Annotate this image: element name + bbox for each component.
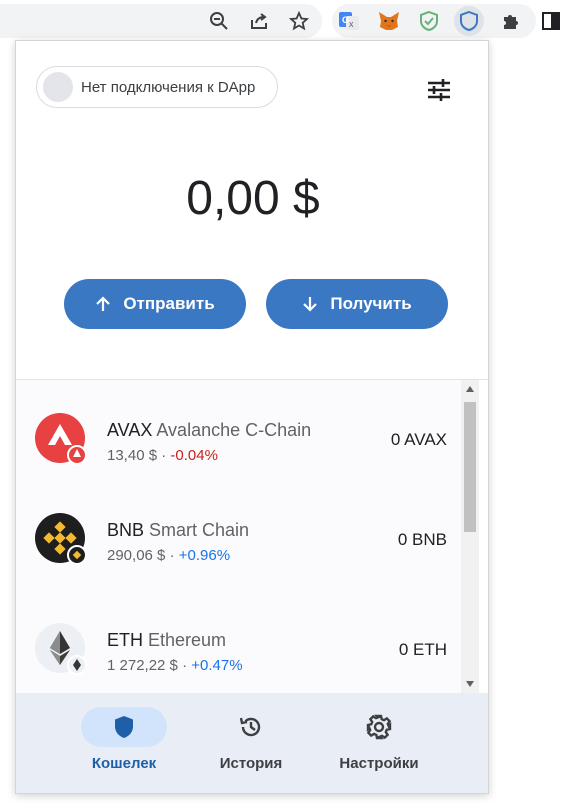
asset-name: BNB Smart Chain	[107, 520, 249, 541]
asset-price: 1 272,22 $	[107, 657, 178, 674]
asset-name: ETH Ethereum	[107, 630, 226, 651]
asset-list: AVAX Avalanche C-Chain 13,40 $ · -0.04% …	[16, 380, 461, 693]
scroll-up-arrow-icon[interactable]	[461, 380, 479, 398]
asset-price: 13,40 $	[107, 447, 158, 464]
share-icon[interactable]	[244, 6, 274, 36]
scroll-down-arrow-icon[interactable]	[461, 675, 479, 693]
svg-text:x: x	[349, 19, 354, 29]
asset-balance: 0 BNB	[397, 530, 447, 549]
asset-row-bnb[interactable]: BNB Smart Chain 290,06 $ · +0.96% 0 BNB	[16, 500, 461, 590]
dapp-avatar	[43, 72, 73, 102]
adguard-icon[interactable]	[414, 6, 444, 36]
asset-list-scrollbar[interactable]	[461, 380, 479, 693]
nav-history[interactable]: История	[196, 707, 306, 787]
asset-price-line: 13,40 $ · -0.04%	[107, 447, 218, 464]
asset-symbol: BNB	[107, 520, 145, 540]
zoom-out-icon[interactable]	[204, 6, 234, 36]
send-button[interactable]: Отправить	[64, 279, 246, 329]
trust-wallet-icon[interactable]	[454, 6, 484, 36]
asset-price-line: 290,06 $ · +0.96%	[107, 547, 230, 564]
nav-history-label: История	[219, 755, 283, 772]
asset-price: 290,06 $	[107, 547, 166, 564]
asset-full-name: Avalanche C-Chain	[156, 420, 312, 440]
nav-settings-icon-wrap	[336, 707, 422, 747]
browser-toolbar: Gx	[0, 0, 575, 40]
bnb-icon	[35, 513, 87, 565]
asset-row-avax[interactable]: AVAX Avalanche C-Chain 13,40 $ · -0.04% …	[16, 400, 461, 490]
asset-symbol: AVAX	[107, 420, 153, 440]
nav-wallet[interactable]: Кошелек	[69, 707, 179, 787]
gear-icon	[366, 714, 392, 740]
asset-full-name: Ethereum	[148, 630, 227, 650]
bottom-navigation: Кошелек История Настройки	[16, 693, 488, 793]
history-icon	[239, 717, 261, 737]
asset-balance: 0 AVAX	[390, 430, 447, 449]
asset-price-line: 1 272,22 $ · +0.47%	[107, 657, 243, 674]
nav-settings[interactable]: Настройки	[324, 707, 434, 787]
scrollbar-thumb[interactable]	[464, 402, 476, 532]
extensions-puzzle-icon[interactable]	[496, 6, 526, 36]
star-icon[interactable]	[284, 6, 314, 36]
shield-icon	[115, 716, 133, 738]
asset-symbol: ETH	[107, 630, 143, 650]
nav-history-icon-wrap	[208, 707, 294, 747]
dapp-connection-status[interactable]: Нет подключения к DApp	[36, 66, 278, 108]
asset-row-eth[interactable]: ETH Ethereum 1 272,22 $ · +0.47% 0 ETH	[16, 610, 461, 693]
total-balance: 0,00 $	[186, 172, 320, 225]
side-panel-icon[interactable]	[536, 6, 566, 36]
wallet-popup: Нет подключения к DApp 0,00 $ Отправить …	[15, 40, 489, 794]
separator: ·	[161, 447, 167, 464]
asset-change: -0.04%	[170, 447, 218, 464]
send-button-label: Отправить	[123, 294, 215, 313]
filter-button[interactable]	[424, 75, 454, 105]
asset-balance: 0 ETH	[398, 640, 447, 659]
metamask-icon[interactable]	[374, 6, 404, 36]
nav-wallet-icon-wrap	[81, 707, 167, 747]
avax-icon	[35, 413, 87, 465]
dapp-status-label: Нет подключения к DApp	[81, 78, 256, 96]
asset-name: AVAX Avalanche C-Chain	[107, 420, 311, 441]
receive-button[interactable]: Получить	[266, 279, 448, 329]
arrow-up-icon	[95, 295, 111, 313]
nav-wallet-label: Кошелек	[91, 755, 157, 772]
receive-button-label: Получить	[330, 294, 412, 313]
svg-text:G: G	[342, 15, 349, 25]
asset-change: +0.96%	[178, 547, 231, 564]
separator: ·	[169, 547, 175, 564]
eth-icon	[35, 623, 87, 675]
nav-settings-label: Настройки	[339, 755, 419, 772]
google-translate-icon[interactable]: Gx	[334, 6, 364, 36]
asset-full-name: Smart Chain	[149, 520, 250, 540]
separator: ·	[182, 657, 188, 674]
arrow-down-icon	[302, 295, 318, 313]
sliders-icon	[428, 79, 450, 101]
asset-change: +0.47%	[191, 657, 243, 674]
